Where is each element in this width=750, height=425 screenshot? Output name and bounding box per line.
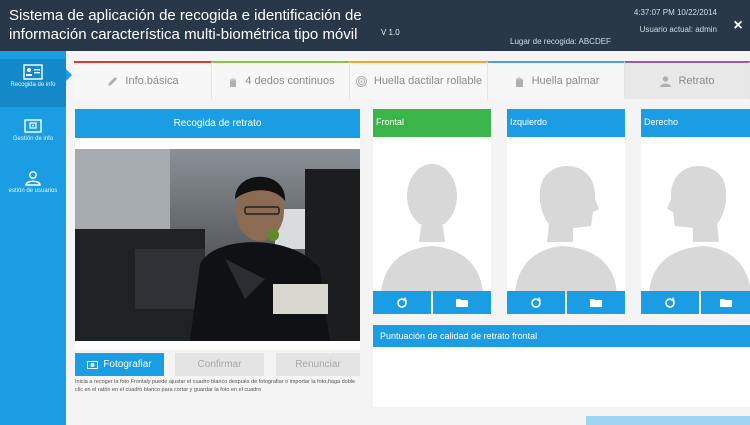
right-profile-card[interactable]: Derecho bbox=[641, 109, 750, 314]
help-text: Inicia a recoger la foto Frontaly puede … bbox=[75, 379, 360, 394]
right-profile-refresh-button[interactable] bbox=[641, 291, 699, 314]
capture-label: Fotografiar bbox=[103, 359, 152, 370]
sidebar-item-label: Gestión de info bbox=[12, 136, 54, 142]
tab-label: Info.básica bbox=[125, 75, 179, 87]
folder-open-icon bbox=[719, 298, 732, 307]
collection-place: Lugar de recogida: ABCDEF bbox=[510, 37, 611, 46]
tab-bar: Info.básica 4 dedos continuos Huella dac… bbox=[74, 61, 750, 99]
frontal-refresh-button[interactable] bbox=[373, 291, 431, 314]
id-card-icon bbox=[23, 64, 43, 80]
confirm-button[interactable]: Confirmar bbox=[175, 353, 264, 376]
cancel-button[interactable]: Renunciar bbox=[276, 353, 360, 376]
camera-photo[interactable] bbox=[75, 149, 360, 341]
right-profile-silhouette-icon bbox=[649, 166, 750, 294]
person-icon bbox=[660, 75, 672, 87]
folder-open-icon bbox=[590, 298, 602, 307]
folder-open-icon bbox=[456, 298, 468, 307]
version-label: V 1.0 bbox=[381, 28, 400, 37]
tab-palm-print[interactable]: Huella palmar bbox=[488, 61, 625, 99]
tab-label: Retrato bbox=[678, 75, 715, 87]
tab-label: Huella dactilar rollable bbox=[373, 75, 483, 87]
sidebar: Recogida de info Gestión de info estión … bbox=[0, 51, 66, 425]
app-window: Sistema de aplicación de recogida e iden… bbox=[0, 0, 750, 425]
fingerprint-icon bbox=[355, 75, 367, 87]
sidebar-item-collection[interactable]: Recogida de info bbox=[0, 59, 66, 107]
frontal-card-title: Frontal bbox=[373, 109, 491, 137]
tab-label: 4 dedos continuos bbox=[245, 75, 335, 87]
left-profile-card-buttons bbox=[507, 291, 625, 314]
tab-rolled-fingerprint[interactable]: Huella dactilar rollable bbox=[350, 61, 488, 99]
portrait-panel-header: Recogida de retrato bbox=[75, 109, 360, 138]
sidebar-item-management[interactable]: Gestión de info bbox=[0, 113, 66, 161]
sidebar-item-users[interactable]: estión de usuarios bbox=[0, 165, 66, 213]
pencil-icon bbox=[108, 76, 118, 86]
datetime-label: 4:37:07 PM 10/22/2014 bbox=[633, 8, 717, 17]
hand-icon bbox=[230, 76, 237, 87]
active-indicator bbox=[66, 69, 72, 81]
frontal-card[interactable]: Frontal bbox=[373, 109, 491, 314]
refresh-icon bbox=[665, 296, 675, 308]
refresh-icon bbox=[397, 296, 407, 308]
close-button[interactable]: × bbox=[730, 18, 746, 34]
camera-icon bbox=[87, 361, 99, 369]
tab-basic-info[interactable]: Info.básica bbox=[74, 61, 212, 99]
title-bar: Sistema de aplicación de recogida e iden… bbox=[0, 0, 750, 51]
frontal-open-folder-button[interactable] bbox=[433, 291, 491, 314]
palm-icon bbox=[515, 75, 523, 87]
sidebar-item-label: Recogida de info bbox=[10, 82, 56, 88]
portrait-action-row: Fotografiar Confirmar Renunciar bbox=[75, 353, 360, 376]
tab-four-fingers[interactable]: 4 dedos continuos bbox=[212, 61, 350, 99]
left-profile-card[interactable]: Izquierdo bbox=[507, 109, 625, 314]
tab-portrait[interactable]: Retrato bbox=[625, 61, 750, 99]
save-next-button[interactable] bbox=[586, 416, 750, 425]
frontal-silhouette-icon bbox=[381, 164, 483, 294]
left-profile-refresh-button[interactable] bbox=[507, 291, 565, 314]
frontal-card-buttons bbox=[373, 291, 491, 314]
right-profile-open-folder-button[interactable] bbox=[701, 291, 750, 314]
quality-score-area bbox=[373, 347, 750, 407]
left-profile-open-folder-button[interactable] bbox=[567, 291, 625, 314]
folder-icon bbox=[24, 119, 42, 133]
capture-button[interactable]: Fotografiar bbox=[75, 353, 164, 376]
right-profile-card-buttons bbox=[641, 291, 750, 314]
person-at-desk-photo bbox=[75, 149, 360, 341]
app-title: Sistema de aplicación de recogida e iden… bbox=[9, 7, 362, 43]
current-user: Usuario actual: admin bbox=[639, 25, 717, 34]
refresh-icon bbox=[531, 296, 541, 308]
left-profile-card-title: Izquierdo bbox=[507, 109, 625, 137]
left-profile-silhouette-icon bbox=[515, 166, 617, 294]
tab-label: Huella palmar bbox=[531, 75, 600, 87]
user-icon bbox=[25, 171, 41, 186]
right-profile-card-title: Derecho bbox=[641, 109, 750, 137]
quality-score-header: Puntuación de calidad de retrato frontal bbox=[373, 325, 750, 347]
sidebar-item-label: estión de usuarios bbox=[8, 188, 58, 194]
